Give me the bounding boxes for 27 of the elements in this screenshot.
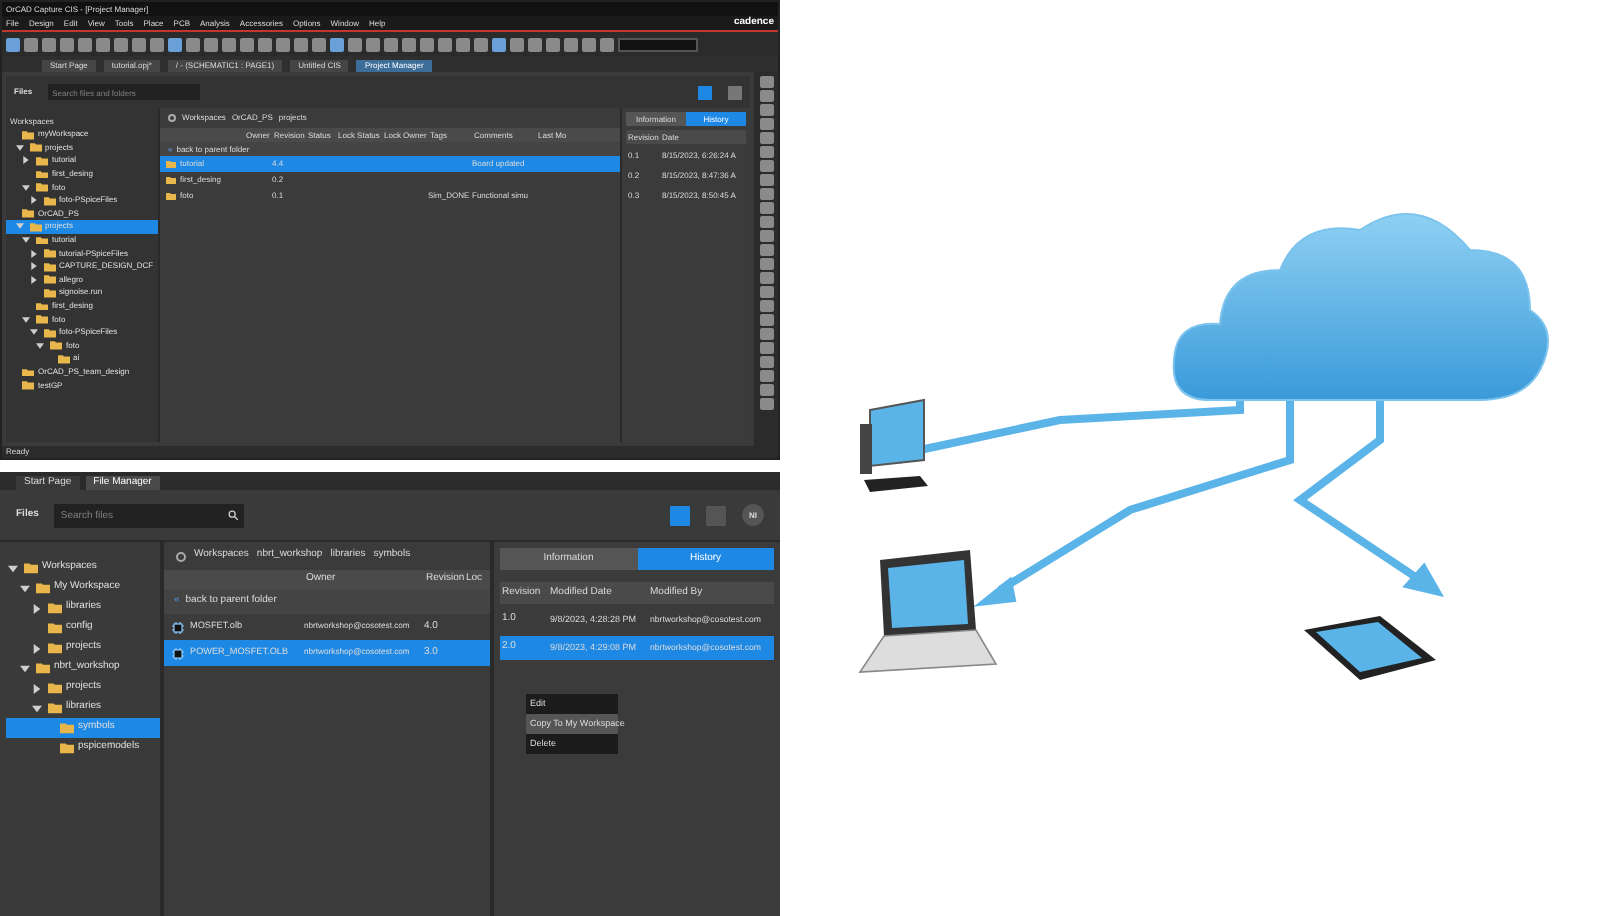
caret-right-icon[interactable] (32, 643, 42, 653)
caret-down-icon[interactable] (8, 563, 18, 573)
chip-icon (170, 645, 186, 661)
caret-right-icon[interactable] (32, 683, 42, 693)
caret-down-icon[interactable] (22, 183, 30, 192)
caret-down-icon[interactable] (29, 328, 37, 337)
tablet-drawing (1304, 616, 1436, 680)
caret-right-icon[interactable] (29, 196, 37, 205)
refresh-icon[interactable] (168, 114, 176, 122)
caret-down-icon[interactable] (32, 703, 42, 713)
toolbar-dropdown[interactable] (618, 37, 698, 51)
desktop-computer-drawing (860, 398, 928, 492)
caret-right-icon[interactable] (29, 275, 37, 284)
caret-down-icon[interactable] (20, 583, 30, 593)
refresh-icon[interactable] (176, 551, 186, 561)
laptop-drawing (858, 550, 998, 673)
caret-right-icon[interactable] (32, 603, 42, 613)
caret-down-icon[interactable] (15, 143, 23, 152)
caret-down-icon[interactable] (20, 663, 30, 673)
chip-icon (170, 619, 186, 635)
caret-right-icon[interactable] (29, 262, 37, 271)
caret-right-icon[interactable] (29, 249, 37, 258)
caret-down-icon[interactable] (22, 315, 30, 324)
caret-right-icon[interactable] (22, 156, 30, 165)
caret-down-icon[interactable] (22, 236, 30, 245)
caret-down-icon[interactable] (36, 341, 44, 350)
search-icon (228, 510, 239, 520)
